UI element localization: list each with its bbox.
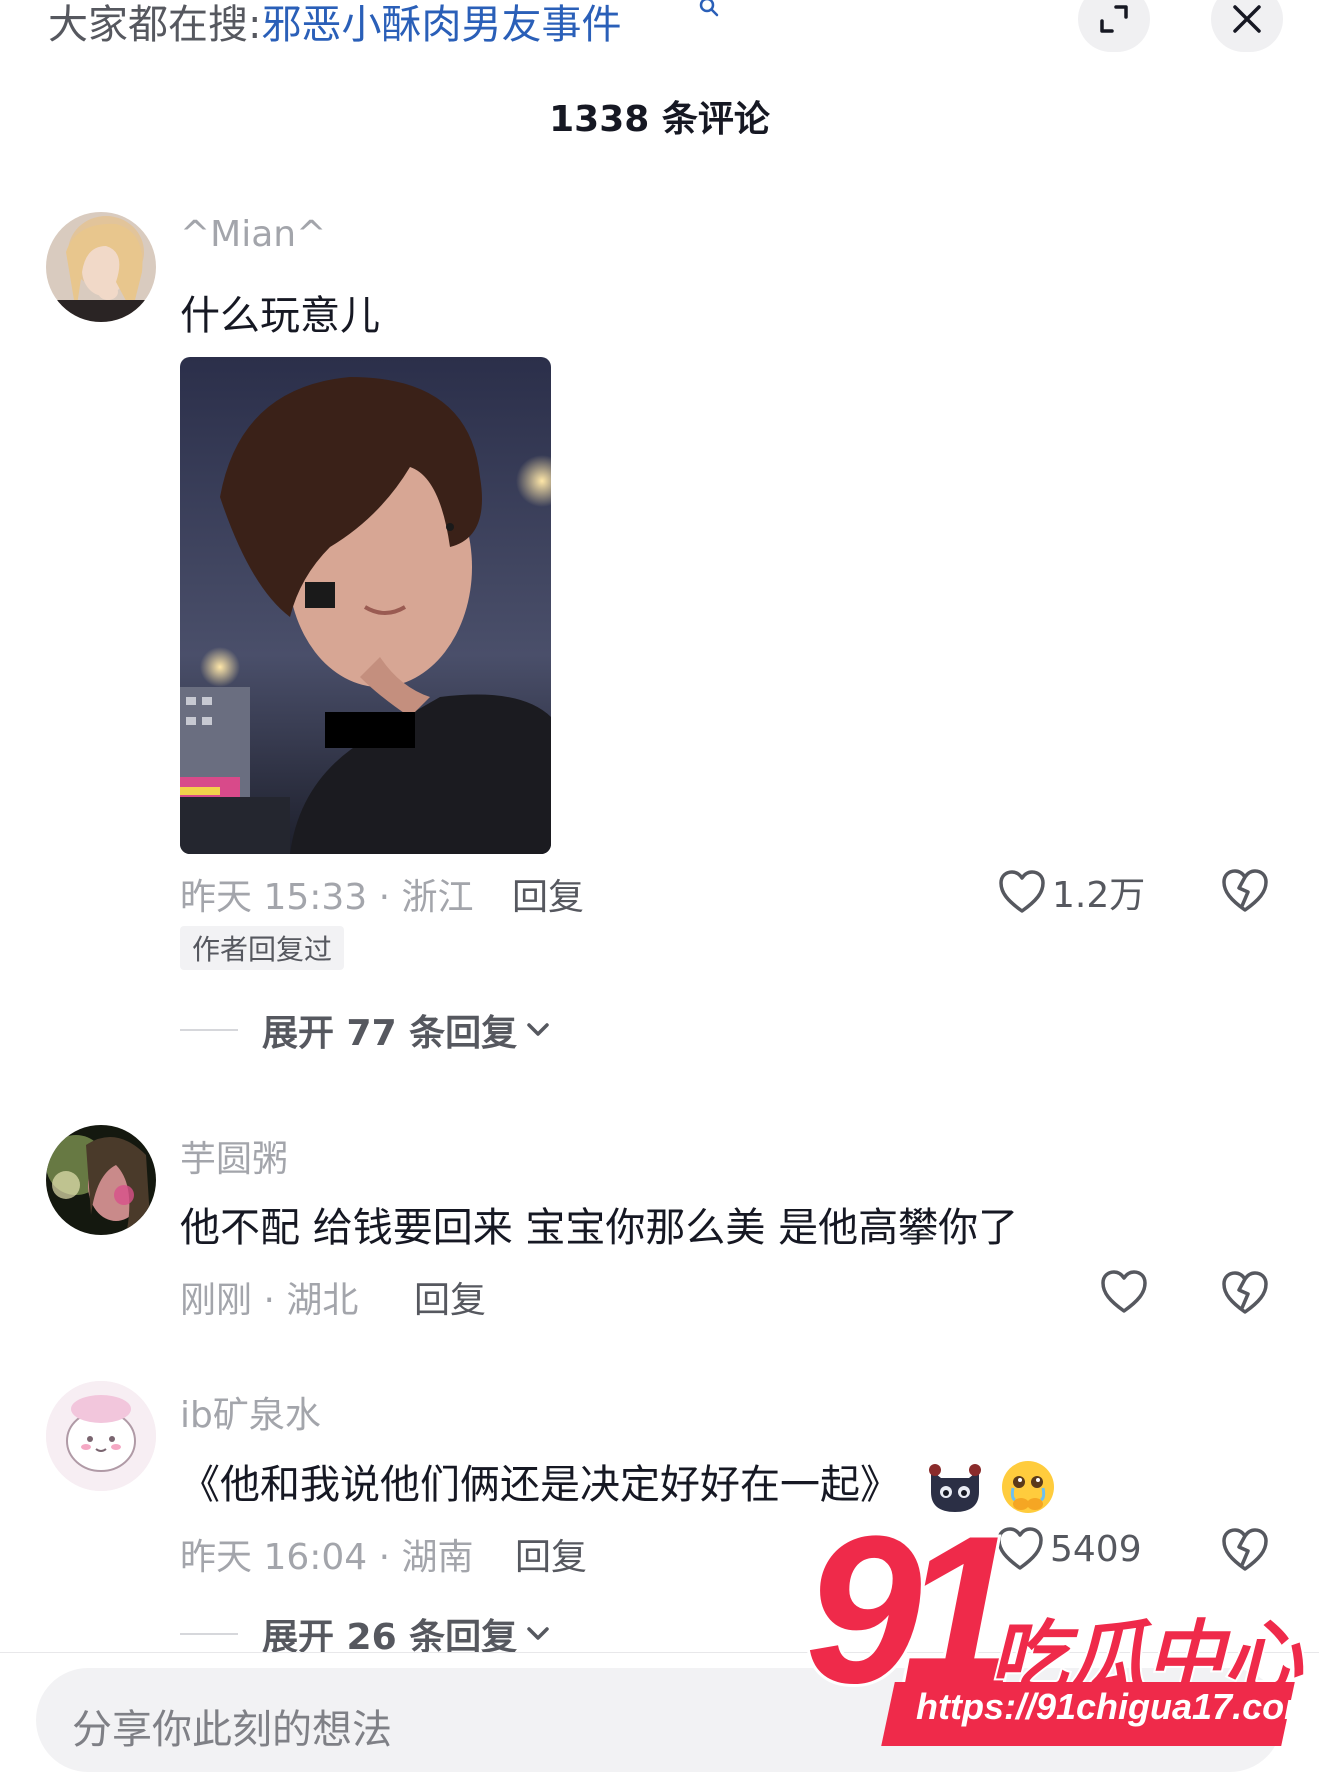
top-bar: 大家都在搜:邪恶小酥肉男友事件: [0, 0, 1319, 60]
chevron-down-icon: [527, 1023, 549, 1036]
chevron-down-icon: [527, 1627, 549, 1640]
expand-icon: [1100, 5, 1128, 33]
expand-replies-button[interactable]: 展开 77 条回复: [180, 1004, 553, 1056]
comment-username[interactable]: ^Mian^: [180, 214, 326, 255]
comment-meta: 昨天 15:33 · 浙江: [180, 877, 474, 918]
comment-input-placeholder[interactable]: 分享你此刻的想法: [72, 1697, 392, 1755]
broken-heart-icon[interactable]: [1220, 1527, 1270, 1573]
divider-line: [180, 1633, 238, 1635]
hot-search[interactable]: 大家都在搜:邪恶小酥肉男友事件: [48, 0, 621, 50]
comment-text: 他不配 给钱要回来 宝宝你那么美 是他高攀你了: [180, 1205, 1019, 1251]
broken-heart-icon[interactable]: [1220, 868, 1270, 914]
like-button[interactable]: 5409: [996, 1526, 1142, 1572]
hot-search-query[interactable]: 邪恶小酥肉男友事件: [261, 2, 621, 48]
close-icon: [1233, 5, 1261, 33]
watermark-url: https://91chigua17.com: [916, 1686, 1317, 1727]
broken-heart-icon[interactable]: [1220, 1270, 1270, 1316]
heart-icon: [999, 870, 1045, 913]
reply-button[interactable]: 回复: [512, 868, 584, 920]
comment-count-title: 1338 条评论: [549, 99, 770, 140]
reply-button[interactable]: 回复: [414, 1271, 486, 1323]
like-count: 5409: [1050, 1528, 1142, 1570]
divider-line: [180, 1029, 238, 1031]
expand-button[interactable]: [1078, 0, 1150, 52]
comment-photo: [180, 357, 551, 854]
comment-username[interactable]: 芋圆粥: [180, 1130, 288, 1182]
comment-text: 什么玩意儿: [180, 293, 380, 339]
avatar-image: [46, 1381, 156, 1491]
expand-replies-label: 展开 77 条回复: [262, 1013, 518, 1054]
heart-icon: [1101, 1270, 1147, 1313]
like-button[interactable]: 1.2万: [998, 866, 1145, 918]
reply-button[interactable]: 回复: [515, 1528, 587, 1580]
comment-image[interactable]: [180, 357, 551, 854]
hot-search-prefix: 大家都在搜:: [48, 2, 262, 48]
avatar[interactable]: [46, 1125, 156, 1235]
comment-username[interactable]: ib矿泉水: [180, 1386, 321, 1438]
search-icon[interactable]: [698, 0, 720, 18]
crying-face-emoji-icon: [1002, 1461, 1055, 1513]
author-replied-tag: 作者回复过: [180, 926, 345, 970]
like-count: 1.2万: [1052, 875, 1146, 916]
avatar[interactable]: [46, 212, 156, 322]
comment-meta: 昨天 16:04 · 湖南: [180, 1537, 474, 1578]
avatar-image: [46, 1125, 156, 1235]
close-button[interactable]: [1211, 0, 1283, 52]
comment-text: 《他和我说他们俩还是决定好好在一起》: [180, 1462, 900, 1508]
comment-meta: 刚刚 · 湖北: [180, 1280, 359, 1321]
like-button[interactable]: [1100, 1269, 1154, 1315]
avatar[interactable]: [46, 1381, 156, 1491]
avatar-image: [46, 212, 156, 322]
heart-icon: [997, 1527, 1043, 1570]
